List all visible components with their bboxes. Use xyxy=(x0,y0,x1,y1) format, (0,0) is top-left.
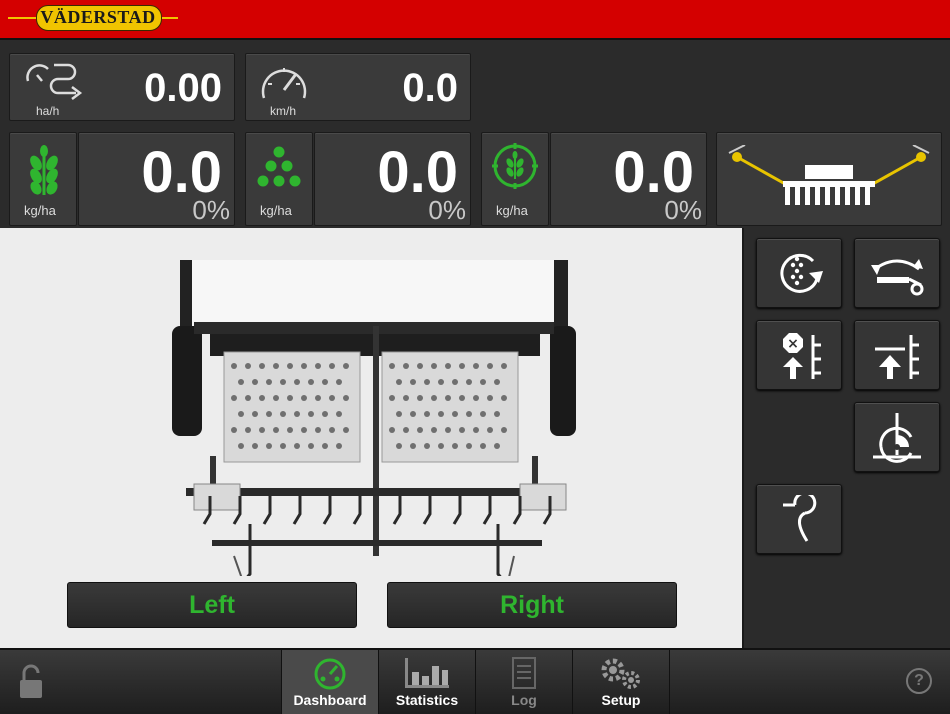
lock-open-icon[interactable] xyxy=(18,664,44,700)
wheat-target-icon xyxy=(492,143,538,189)
help-icon[interactable]: ? xyxy=(906,668,932,694)
hopper-3-icon-panel: kg/ha xyxy=(481,132,549,226)
wheat-icon xyxy=(30,145,58,195)
area-rate-panel: ha/h 0.00 xyxy=(9,53,235,121)
marker-lift-button[interactable] xyxy=(854,320,940,390)
marker-swap-icon xyxy=(871,259,924,296)
marker-lift-stop-button[interactable]: × xyxy=(756,320,842,390)
hopper-2-unit: kg/ha xyxy=(260,203,292,218)
marker-swap-button[interactable] xyxy=(854,238,940,308)
side-control-panel: × xyxy=(742,228,950,648)
marker-lift-icon xyxy=(875,335,919,379)
seeds-icon xyxy=(257,146,301,187)
top-bar: VÄDERSTAD xyxy=(0,0,950,40)
bottom-nav-bar: Dashboard Statistics Log Setup ? xyxy=(0,648,950,714)
hopper-3-value-panel: 0.0 0% xyxy=(550,132,707,226)
svg-text:×: × xyxy=(787,336,799,352)
tine-settings-button[interactable] xyxy=(756,484,842,554)
tine-icon xyxy=(783,495,817,542)
tab-dashboard[interactable]: Dashboard xyxy=(281,650,379,714)
speed-panel: km/h 0.0 xyxy=(245,53,471,121)
hopper-1-icon-panel: kg/ha xyxy=(9,132,77,226)
bar-chart-icon xyxy=(405,658,449,688)
tab-setup-label: Setup xyxy=(601,692,641,708)
hopper-2-value-panel: 0.0 0% xyxy=(314,132,471,226)
hopper-1-value-panel: 0.0 0% xyxy=(78,132,235,226)
speed-unit: km/h xyxy=(270,104,297,118)
hopper-3-unit: kg/ha xyxy=(496,203,528,218)
disc-settings-icon xyxy=(873,413,921,463)
calibration-rotate-button[interactable] xyxy=(756,238,842,308)
speedometer-icon xyxy=(261,68,307,99)
area-rate-value: 0.00 xyxy=(144,66,222,110)
tab-setup[interactable]: Setup xyxy=(572,650,670,714)
tab-statistics-label: Statistics xyxy=(395,692,459,708)
calibration-rotate-icon xyxy=(780,253,823,293)
dashboard-icon xyxy=(314,658,346,690)
right-section-button[interactable]: Right xyxy=(387,582,677,628)
tab-log[interactable]: Log xyxy=(475,650,573,714)
disc-settings-button[interactable] xyxy=(854,402,940,472)
marker-lift-stop-icon: × xyxy=(783,333,821,379)
hopper-1-unit: kg/ha xyxy=(24,203,56,218)
brand-logo: VÄDERSTAD xyxy=(8,5,178,31)
area-rate-unit: ha/h xyxy=(36,104,60,118)
gears-icon xyxy=(601,658,640,689)
hopper-2-icon-panel: kg/ha xyxy=(245,132,313,226)
seed-drill-illustration xyxy=(172,260,576,576)
brand-logo-text: VÄDERSTAD xyxy=(40,7,156,27)
hopper-1-percent: 0% xyxy=(192,195,230,225)
left-section-button[interactable]: Left xyxy=(67,582,357,628)
tab-dashboard-label: Dashboard xyxy=(293,692,367,708)
distance-gauge-icon xyxy=(26,63,83,100)
machine-status-panel[interactable] xyxy=(716,132,942,226)
machine-markers-icon xyxy=(728,145,930,205)
tab-statistics[interactable]: Statistics xyxy=(378,650,476,714)
speed-value: 0.0 xyxy=(402,66,458,110)
tab-log-label: Log xyxy=(511,692,537,708)
hopper-2-percent: 0% xyxy=(428,195,466,225)
document-log-icon xyxy=(512,657,536,689)
hopper-3-percent: 0% xyxy=(664,195,702,225)
machine-view: Left Right xyxy=(0,228,742,648)
